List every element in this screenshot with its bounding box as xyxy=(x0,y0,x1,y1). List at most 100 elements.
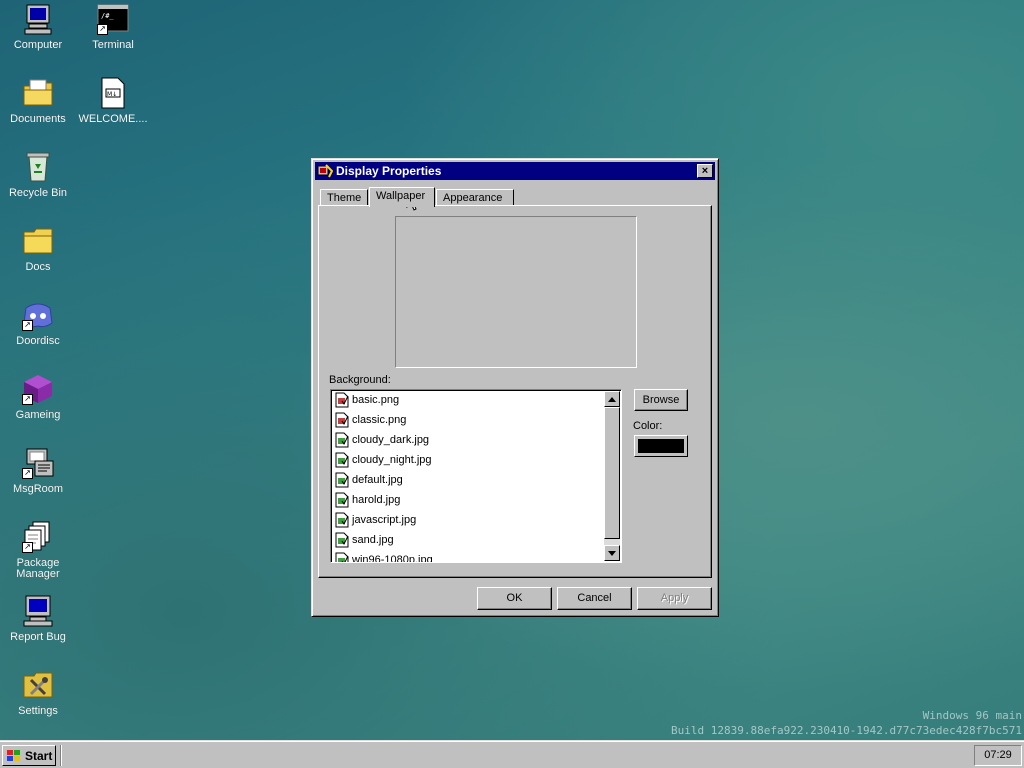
desktop-icon-msgroom[interactable]: ↗ MsgRoom xyxy=(1,446,75,495)
tab-wallpaper[interactable]: Wallpaper xyxy=(369,187,435,207)
msgroom-icon: ↗ xyxy=(21,446,55,480)
report-bug-icon xyxy=(21,594,55,628)
ok-label: OK xyxy=(506,592,523,604)
file-name: cloudy_night.jpg xyxy=(352,454,432,466)
desktop-icon-label: Package Manager xyxy=(16,557,60,580)
cancel-button[interactable]: Cancel xyxy=(557,587,632,610)
close-button[interactable]: × xyxy=(697,164,713,178)
settings-icon xyxy=(21,668,55,702)
arrow-up-icon xyxy=(608,396,616,402)
list-item[interactable]: default.jpg xyxy=(335,471,403,489)
file-name: sand.jpg xyxy=(352,534,394,546)
apply-button[interactable]: Apply xyxy=(637,587,712,610)
image-file-icon xyxy=(335,512,349,528)
wallpaper-preview xyxy=(395,216,637,368)
package-manager-icon: ↗ xyxy=(21,520,55,554)
tab-theme[interactable]: Theme xyxy=(320,189,368,206)
list-item[interactable]: cloudy_night.jpg xyxy=(335,451,432,469)
file-name: basic.png xyxy=(352,394,400,406)
desktop-icon-gameing[interactable]: ↗ Gameing xyxy=(1,372,75,421)
svg-text:/#_: /#_ xyxy=(101,12,114,20)
arrow-down-icon xyxy=(608,550,616,556)
image-file-icon xyxy=(335,412,349,428)
window-title: Display Properties xyxy=(336,164,442,178)
tab-appearance[interactable]: Appearance xyxy=(436,189,514,206)
desktop-icon-label: Docs xyxy=(25,261,51,273)
list-item[interactable]: classic.png xyxy=(335,411,406,429)
build-info-line2: Build 12839.88efa922.230410-1942.d77c73e… xyxy=(671,724,1022,737)
desktop-icon-label: Settings xyxy=(18,705,58,717)
desktop-icon-doordisc[interactable]: ↗ Doordisc xyxy=(1,298,75,347)
desktop-icon-welcome[interactable]: M↓ WELCOME.... xyxy=(76,76,150,125)
tab-label: Wallpaper xyxy=(376,190,426,202)
desktop-icon-computer[interactable]: Computer xyxy=(1,2,75,51)
display-properties-window: Display Properties × Theme Wallpaper App… xyxy=(311,158,719,617)
recycle-bin-icon xyxy=(21,150,55,184)
desktop-icon-label: Gameing xyxy=(15,409,61,421)
system-tray[interactable]: 07:29 xyxy=(974,745,1022,766)
image-file-icon xyxy=(335,532,349,548)
window-titlebar[interactable]: Display Properties × xyxy=(315,162,715,180)
start-label: Start xyxy=(25,748,53,763)
image-file-icon xyxy=(335,392,349,408)
list-item[interactable]: sand.jpg xyxy=(335,531,394,549)
build-info-line1: Windows 96 main xyxy=(922,709,1022,722)
file-name: win96-1080p.jpg xyxy=(352,554,433,563)
desktop-icon-docs[interactable]: Docs xyxy=(1,224,75,273)
list-item[interactable]: javascript.jpg xyxy=(335,511,416,529)
folder-icon xyxy=(21,224,55,258)
image-file-icon xyxy=(335,452,349,468)
desktop-icon-label: WELCOME.... xyxy=(78,113,148,125)
clock: 07:29 xyxy=(984,749,1012,761)
taskbar: Start 07:29 xyxy=(0,740,1024,768)
file-name: cloudy_dark.jpg xyxy=(352,434,430,446)
desktop-icon-label: MsgRoom xyxy=(12,483,64,495)
cancel-label: Cancel xyxy=(577,592,612,604)
list-scrollbar[interactable] xyxy=(604,391,620,561)
desktop-icon-label: Doordisc xyxy=(16,335,60,347)
close-icon: × xyxy=(701,165,709,177)
background-label: Background: xyxy=(329,374,391,386)
image-file-icon xyxy=(335,492,349,508)
file-name: default.jpg xyxy=(352,474,403,486)
list-item[interactable]: win96-1080p.jpg xyxy=(335,551,433,563)
scroll-up-button[interactable] xyxy=(604,391,620,407)
desktop-icon-terminal[interactable]: /#_ ↗ Terminal xyxy=(76,2,150,51)
image-file-icon xyxy=(335,552,349,562)
desktop-icon-label: Terminal xyxy=(92,39,134,51)
list-item[interactable]: harold.jpg xyxy=(335,491,400,509)
image-file-icon xyxy=(335,472,349,488)
desktop-icon-label: Computer xyxy=(13,39,63,51)
markdown-file-icon: M↓ xyxy=(96,76,130,110)
color-picker-button[interactable] xyxy=(634,435,688,457)
desktop-icon-report-bug[interactable]: Report Bug xyxy=(1,594,75,643)
file-name: javascript.jpg xyxy=(352,514,417,526)
game-cube-icon: ↗ xyxy=(21,372,55,406)
svg-text:M↓: M↓ xyxy=(107,91,117,98)
terminal-icon: /#_ ↗ xyxy=(96,2,130,36)
color-label: Color: xyxy=(633,420,663,432)
ok-button[interactable]: OK xyxy=(477,587,552,610)
list-item[interactable]: basic.png xyxy=(335,391,399,409)
taskbar-separator xyxy=(60,745,62,766)
tab-label: Appearance xyxy=(443,192,503,204)
build-info: Windows 96 main Build 12839.88efa922.230… xyxy=(671,708,1022,738)
tab-label: Theme xyxy=(327,192,362,204)
desktop-icon-label: Recycle Bin xyxy=(8,187,68,199)
start-button[interactable]: Start xyxy=(2,745,56,766)
desktop-icon-settings[interactable]: Settings xyxy=(1,668,75,717)
desktop-icon-recycle-bin[interactable]: Recycle Bin xyxy=(1,150,75,199)
desktop-icon-package-manager[interactable]: ↗ Package Manager xyxy=(1,520,75,580)
desktop-icon-label: Documents xyxy=(10,113,66,125)
computer-icon xyxy=(21,2,55,36)
desktop-icon-documents[interactable]: Documents xyxy=(1,76,75,125)
scroll-thumb[interactable] xyxy=(604,407,620,539)
background-file-list[interactable]: basic.png classic.png cloudy_dark.jpg cl… xyxy=(330,389,622,563)
scroll-down-button[interactable] xyxy=(604,545,620,561)
list-item[interactable]: cloudy_dark.jpg xyxy=(335,431,429,449)
browse-button[interactable]: Browse xyxy=(634,389,688,411)
file-name: harold.jpg xyxy=(352,494,401,506)
browse-label: Browse xyxy=(642,394,680,406)
desktop-icon-label: Report Bug xyxy=(10,631,66,643)
wallpaper-panel: Background: basic.png classic.png cloudy… xyxy=(318,205,712,578)
